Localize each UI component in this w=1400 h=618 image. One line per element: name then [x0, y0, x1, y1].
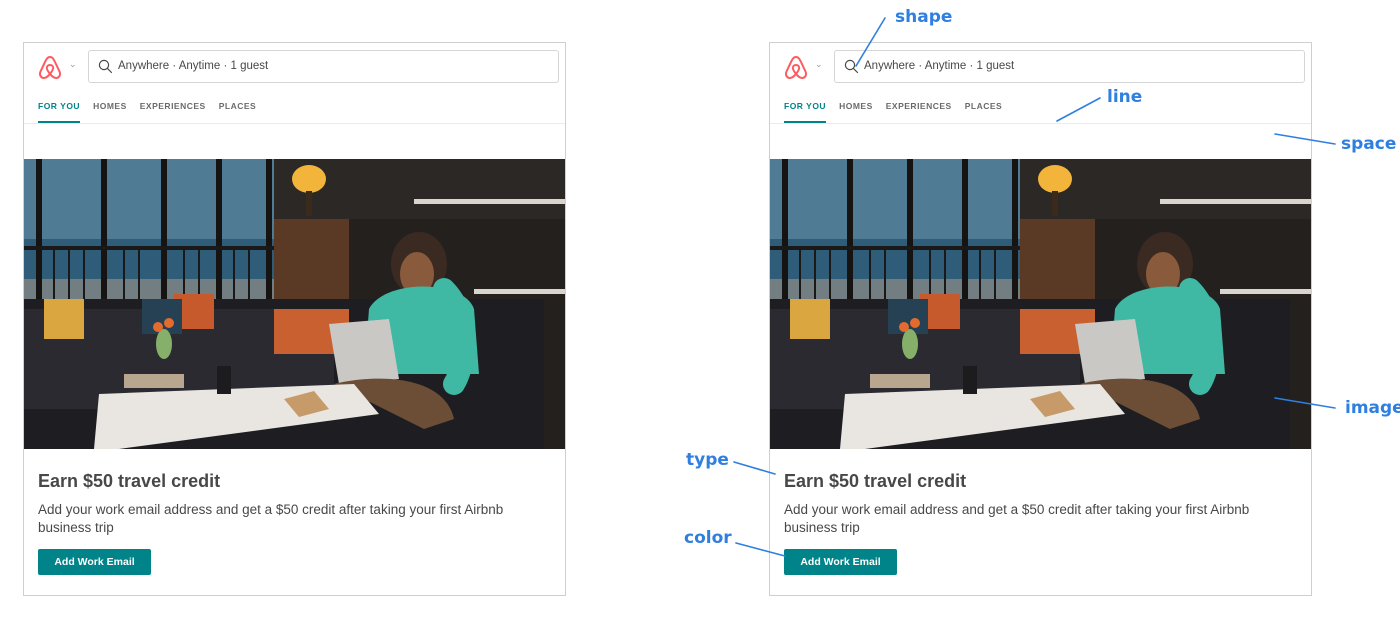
- tab-homes[interactable]: HOMES: [839, 101, 873, 123]
- tab-for-you[interactable]: FOR YOU: [38, 101, 81, 123]
- top-bar: ⌄ Anywhere · Anytime · 1 guest: [24, 43, 565, 85]
- hero-image: [24, 159, 565, 449]
- annotation-space: space: [1341, 134, 1397, 154]
- tab-places[interactable]: PLACES: [965, 101, 1002, 123]
- search-input-text[interactable]: Anywhere · Anytime · 1 guest: [118, 60, 268, 72]
- tab-for-you[interactable]: FOR YOU: [784, 101, 827, 123]
- tabs-divider: [770, 123, 1311, 124]
- card-original: ⌄ Anywhere · Anytime · 1 guest FOR YOU H…: [23, 42, 566, 596]
- search-icon: [844, 59, 859, 74]
- promo-description: Add your work email address and get a $5…: [784, 502, 1250, 535]
- add-work-email-button[interactable]: Add Work Email: [38, 549, 151, 575]
- chevron-down-icon[interactable]: ⌄: [815, 59, 823, 70]
- promo-description: Add your work email address and get a $5…: [38, 502, 504, 535]
- annotation-color: color: [684, 528, 732, 548]
- add-work-email-button[interactable]: Add Work Email: [784, 549, 897, 575]
- tab-experiences[interactable]: EXPERIENCES: [140, 101, 206, 123]
- card-annotated: ⌄ Anywhere · Anytime · 1 guest FOR YOU H…: [769, 42, 1312, 596]
- category-tabs: FOR YOU HOMES EXPERIENCES PLACES: [38, 101, 256, 123]
- top-bar: ⌄ Anywhere · Anytime · 1 guest: [770, 43, 1311, 85]
- airbnb-logo-icon[interactable]: [37, 54, 63, 81]
- search-bar[interactable]: Anywhere · Anytime · 1 guest: [834, 50, 1305, 83]
- search-bar[interactable]: Anywhere · Anytime · 1 guest: [88, 50, 559, 83]
- tab-places[interactable]: PLACES: [219, 101, 256, 123]
- promo-title: Earn $50 travel credit: [784, 471, 967, 491]
- annotation-line: line: [1107, 87, 1143, 107]
- chevron-down-icon[interactable]: ⌄: [69, 59, 77, 70]
- promo-title: Earn $50 travel credit: [38, 471, 221, 491]
- search-input-text[interactable]: Anywhere · Anytime · 1 guest: [864, 60, 1014, 72]
- search-icon: [98, 59, 113, 74]
- hero-image: [770, 159, 1311, 449]
- tabs-divider: [24, 123, 565, 124]
- tab-experiences[interactable]: EXPERIENCES: [886, 101, 952, 123]
- tab-homes[interactable]: HOMES: [93, 101, 127, 123]
- annotation-shape: shape: [895, 7, 953, 27]
- airbnb-logo-icon[interactable]: [783, 54, 809, 81]
- annotation-image: image: [1345, 398, 1400, 418]
- category-tabs: FOR YOU HOMES EXPERIENCES PLACES: [784, 101, 1002, 123]
- annotation-type: type: [686, 450, 729, 470]
